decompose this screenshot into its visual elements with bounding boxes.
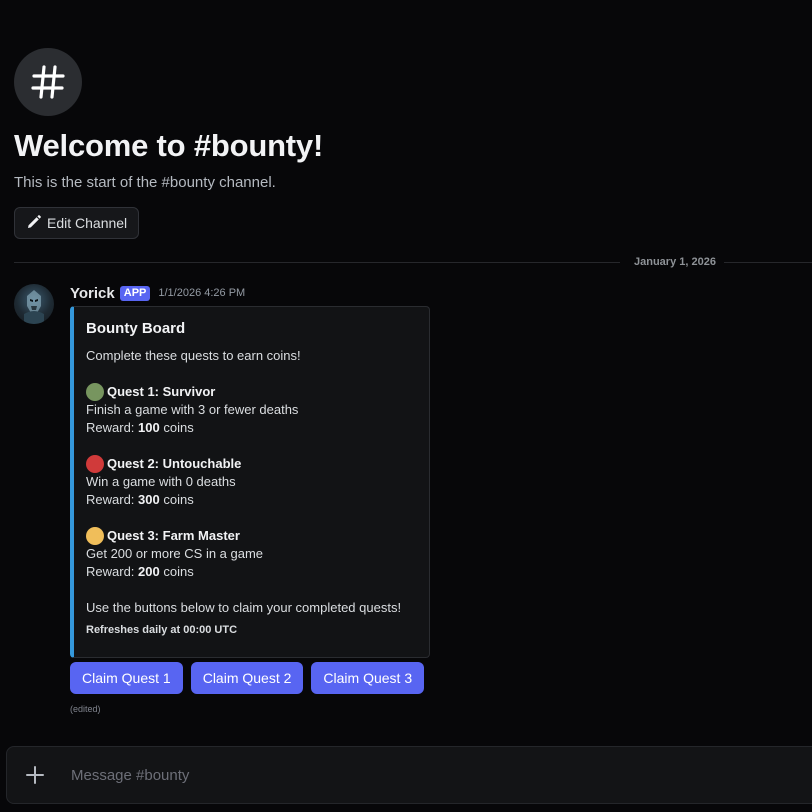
quest-3-reward: Reward: 200 coins (86, 564, 194, 579)
edited-label: (edited) (70, 704, 101, 714)
message-author[interactable]: Yorick (70, 285, 115, 302)
red-circle-icon (86, 455, 104, 473)
yellow-circle-icon (86, 527, 104, 545)
message-composer (6, 746, 812, 804)
edit-channel-label: Edit Channel (47, 215, 128, 231)
chat-view: Welcome to #bounty! This is the start of… (0, 0, 812, 812)
message-input[interactable] (63, 755, 812, 795)
app-badge: APP (119, 285, 151, 301)
welcome-title: Welcome to #bounty! (14, 128, 324, 163)
claim-quest-1-button[interactable]: Claim Quest 1 (70, 662, 183, 694)
message-header: Yorick APP 1/1/2026 4:26 PM (70, 284, 245, 302)
embed-intro: Complete these quests to earn coins! (86, 348, 301, 363)
welcome-subtitle: This is the start of the #bounty channel… (14, 174, 276, 191)
claim-quest-3-button[interactable]: Claim Quest 3 (311, 662, 425, 694)
divider-date: January 1, 2026 (620, 255, 724, 269)
claim-button-row: Claim Quest 1 Claim Quest 2 Claim Quest … (70, 662, 425, 694)
quest-3-description: Get 200 or more CS in a game (86, 546, 264, 561)
quest-2-description: Win a game with 0 deaths (86, 474, 236, 489)
pencil-icon (27, 214, 41, 232)
bot-avatar-image (24, 290, 44, 324)
claim-quest-2-button[interactable]: Claim Quest 2 (190, 662, 304, 694)
edit-channel-button[interactable]: Edit Channel (14, 207, 140, 239)
date-divider: January 1, 2026 (14, 255, 812, 269)
quest-2-title: Quest 2: Untouchable (86, 455, 417, 473)
channel-welcome: Welcome to #bounty! This is the start of… (14, 48, 323, 239)
avatar[interactable] (14, 284, 54, 324)
quest-2-reward: Reward: 300 coins (86, 492, 194, 507)
green-circle-icon (86, 383, 104, 401)
quest-1-description: Finish a game with 3 or fewer deaths (86, 402, 299, 417)
quest-1-reward: Reward: 100 coins (86, 420, 194, 435)
embed-description: Complete these quests to earn coins! Que… (86, 347, 417, 617)
embed-title: Bounty Board (86, 320, 186, 337)
quest-3-title: Quest 3: Farm Master (86, 527, 417, 545)
quest-1-title: Quest 1: Survivor (86, 383, 417, 401)
embed-outro: Use the buttons below to claim your comp… (86, 600, 402, 615)
embed-footer: Refreshes daily at 00:00 UTC (86, 624, 238, 636)
bounty-embed: Bounty Board Complete these quests to ea… (70, 306, 430, 658)
hash-icon (14, 48, 82, 116)
attach-plus-icon[interactable] (7, 747, 63, 803)
message-timestamp: 1/1/2026 4:26 PM (158, 287, 246, 299)
